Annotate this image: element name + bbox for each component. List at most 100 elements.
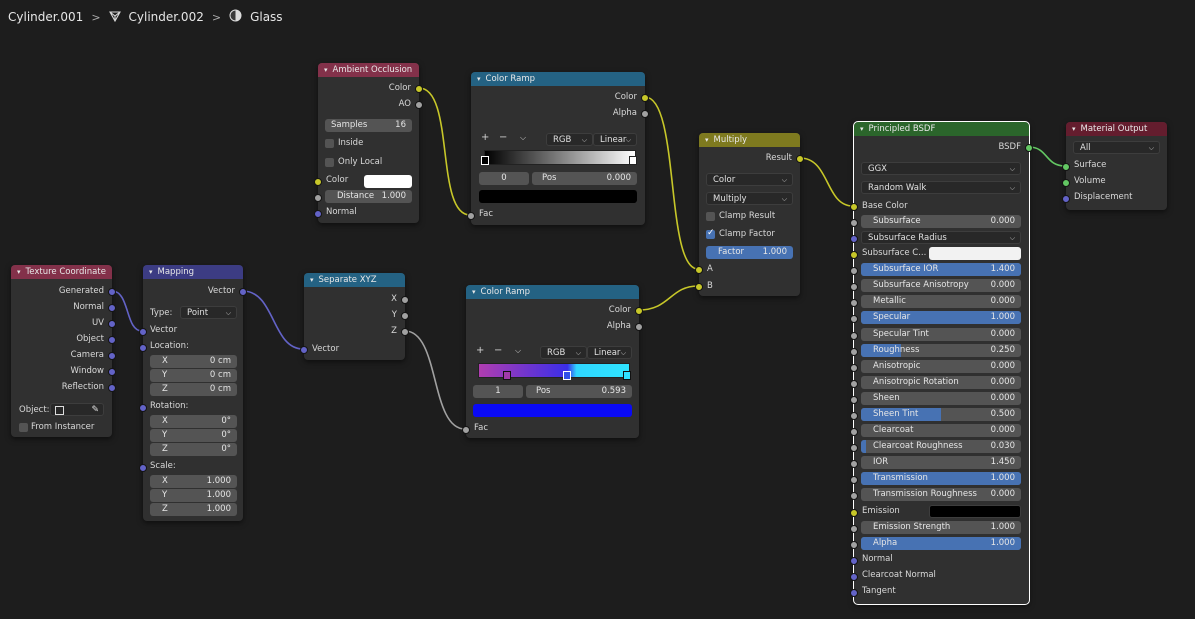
node-header[interactable]: ▾ Principled BSDF xyxy=(854,122,1029,136)
emission-color-swatch[interactable] xyxy=(929,505,1021,518)
param-specular-tint-field[interactable]: Specular Tint 0.000 xyxy=(861,328,1021,341)
output-result-socket[interactable] xyxy=(796,155,804,163)
param-clearcoat-roughness-field[interactable]: Clearcoat Roughness 0.030 xyxy=(861,440,1021,453)
texture-coordinate-node[interactable]: ▾ Texture Coordinate Generated Normal UV … xyxy=(11,265,116,437)
input-specular-tint-socket[interactable] xyxy=(850,332,858,340)
param-transmission-field[interactable]: Transmission 1.000 xyxy=(861,472,1021,485)
input-sheen-tint-socket[interactable] xyxy=(850,412,858,420)
input-a-socket[interactable] xyxy=(695,266,703,274)
output-normal-socket[interactable] xyxy=(108,304,116,312)
rotation-z-field[interactable]: Z 0° xyxy=(150,443,237,456)
input-transmission-socket[interactable] xyxy=(850,476,858,484)
principled-bsdf-node[interactable]: ▾ Principled BSDF BSDF GGX ⌵ Random Walk ⌵ … xyxy=(850,121,1033,605)
output-window-socket[interactable] xyxy=(108,368,116,376)
output-alpha-socket[interactable] xyxy=(641,110,649,118)
separate-xyz-node[interactable]: ▾ Separate XYZ X Y Z Vector xyxy=(300,273,409,360)
render-target-dropdown[interactable]: All ⌵ xyxy=(1073,141,1160,154)
factor-field[interactable]: Factor 1.000 xyxy=(706,246,793,259)
param-transmission-roughness-field[interactable]: Transmission Roughness 0.000 xyxy=(861,488,1021,501)
node-header[interactable]: ▾ Material Output xyxy=(1066,122,1167,136)
chevron-down-icon[interactable]: ⌵ xyxy=(515,346,521,356)
location-x-field[interactable]: X 0 cm xyxy=(150,355,237,368)
stop-color-swatch[interactable] xyxy=(473,404,632,417)
param-anisotropic-field[interactable]: Anisotropic 0.000 xyxy=(861,360,1021,373)
stop-handle-0[interactable] xyxy=(481,156,489,165)
breadcrumb-item-mesh[interactable]: Cylinder.002 xyxy=(129,10,204,24)
stop-pos-field[interactable]: Pos 0.000 xyxy=(532,172,637,185)
location-y-field[interactable]: Y 0 cm xyxy=(150,369,237,382)
inside-checkbox[interactable] xyxy=(325,139,334,148)
stop-handle-0[interactable] xyxy=(503,371,511,380)
input-location-socket[interactable] xyxy=(139,344,147,352)
stop-color-swatch[interactable] xyxy=(479,190,637,203)
input-metallic-socket[interactable] xyxy=(850,299,858,307)
eyedropper-icon[interactable]: ✎ xyxy=(91,404,99,416)
samples-field[interactable]: Samples 16 xyxy=(325,119,412,132)
output-ao-socket[interactable] xyxy=(415,101,423,109)
input-ior-socket[interactable] xyxy=(850,460,858,468)
distribution-dropdown[interactable]: GGX ⌵ xyxy=(861,162,1021,175)
output-color-socket[interactable] xyxy=(641,94,649,102)
chevron-down-icon[interactable]: ▾ xyxy=(705,133,709,147)
input-fac-socket[interactable] xyxy=(467,212,475,220)
input-clearcoat-roughness-socket[interactable] xyxy=(850,444,858,452)
param-metallic-field[interactable]: Metallic 0.000 xyxy=(861,295,1021,308)
output-bsdf-socket[interactable] xyxy=(1025,144,1033,152)
output-generated-socket[interactable] xyxy=(108,288,116,296)
data-type-dropdown[interactable]: Color ⌵ xyxy=(706,173,793,186)
input-volume-socket[interactable] xyxy=(1062,179,1070,187)
input-surface-socket[interactable] xyxy=(1062,163,1070,171)
input-fac-socket[interactable] xyxy=(462,426,470,434)
param-emission-strength-field[interactable]: Emission Strength 1.000 xyxy=(861,521,1021,534)
node-header[interactable]: ▾ Color Ramp xyxy=(471,72,645,86)
input-distance-socket[interactable] xyxy=(314,194,322,202)
input-displacement-socket[interactable] xyxy=(1062,195,1070,203)
stop-handle-1[interactable] xyxy=(629,156,637,165)
color-swatch[interactable] xyxy=(364,175,412,188)
subsurface-method-dropdown[interactable]: Random Walk ⌵ xyxy=(861,181,1021,194)
blend-mode-dropdown[interactable]: Multiply ⌵ xyxy=(706,192,793,205)
param-sheen-tint-field[interactable]: Sheen Tint 0.500 xyxy=(861,408,1021,421)
node-header[interactable]: ▾ Separate XYZ xyxy=(304,273,405,287)
input-subsurface-anisotropy-socket[interactable] xyxy=(850,283,858,291)
subsurface-radius-dropdown[interactable]: Subsurface Radius ⌵ xyxy=(861,231,1021,244)
color-ramp-node-2[interactable]: ▾ Color Ramp Color Alpha + − ⌵ RGB ⌵ Linea… xyxy=(462,285,643,438)
color-ramp-node-1[interactable]: ▾ Color Ramp Color Alpha + − ⌵ RGB ⌵ Linea… xyxy=(467,72,649,225)
input-alpha-socket[interactable] xyxy=(850,541,858,549)
input-subsurface-radius-socket[interactable] xyxy=(850,235,858,243)
param-sheen-field[interactable]: Sheen 0.000 xyxy=(861,392,1021,405)
add-stop-button[interactable]: + xyxy=(476,345,484,356)
chevron-down-icon[interactable]: ▾ xyxy=(149,265,153,279)
chevron-down-icon[interactable]: ▾ xyxy=(472,285,476,299)
mapping-type-dropdown[interactable]: Point ⌵ xyxy=(180,306,237,319)
node-header[interactable]: ▾ Ambient Occlusion xyxy=(318,63,419,77)
mapping-node[interactable]: ▾ Mapping Vector Type: Point ⌵ Vector Loca… xyxy=(139,265,247,521)
input-base-color-socket[interactable] xyxy=(850,203,858,211)
input-clearcoat-normal-socket[interactable] xyxy=(850,573,858,581)
stop-index-field[interactable]: 1 xyxy=(473,385,523,398)
breadcrumb-item-material[interactable]: Glass xyxy=(250,10,283,24)
input-specular-socket[interactable] xyxy=(850,315,858,323)
gradient-bar[interactable] xyxy=(484,150,636,165)
input-subsurface-socket[interactable] xyxy=(850,219,858,227)
from-instancer-checkbox[interactable] xyxy=(19,423,28,432)
output-alpha-socket[interactable] xyxy=(635,323,643,331)
remove-stop-button[interactable]: − xyxy=(494,345,502,356)
breadcrumb-item-object[interactable]: Cylinder.001 xyxy=(8,10,83,24)
stop-index-field[interactable]: 0 xyxy=(479,172,529,185)
param-ior-field[interactable]: IOR 1.450 xyxy=(861,456,1021,469)
node-header[interactable]: ▾ Mapping xyxy=(143,265,243,279)
input-color-socket[interactable] xyxy=(314,178,322,186)
chevron-down-icon[interactable]: ▾ xyxy=(860,122,864,136)
param-subsurface-ior-field[interactable]: Subsurface IOR 1.400 xyxy=(861,263,1021,276)
output-vector-socket[interactable] xyxy=(239,288,247,296)
rotation-y-field[interactable]: Y 0° xyxy=(150,429,237,442)
chevron-down-icon[interactable]: ⌵ xyxy=(520,133,526,143)
param-alpha-field[interactable]: Alpha 1.000 xyxy=(861,537,1021,550)
input-tangent-socket[interactable] xyxy=(850,589,858,597)
chevron-down-icon[interactable]: ▾ xyxy=(324,63,328,77)
input-scale-socket[interactable] xyxy=(139,464,147,472)
input-subsurface-color-socket[interactable] xyxy=(850,251,858,259)
input-transmission-roughness-socket[interactable] xyxy=(850,492,858,500)
param-clearcoat-field[interactable]: Clearcoat 0.000 xyxy=(861,424,1021,437)
